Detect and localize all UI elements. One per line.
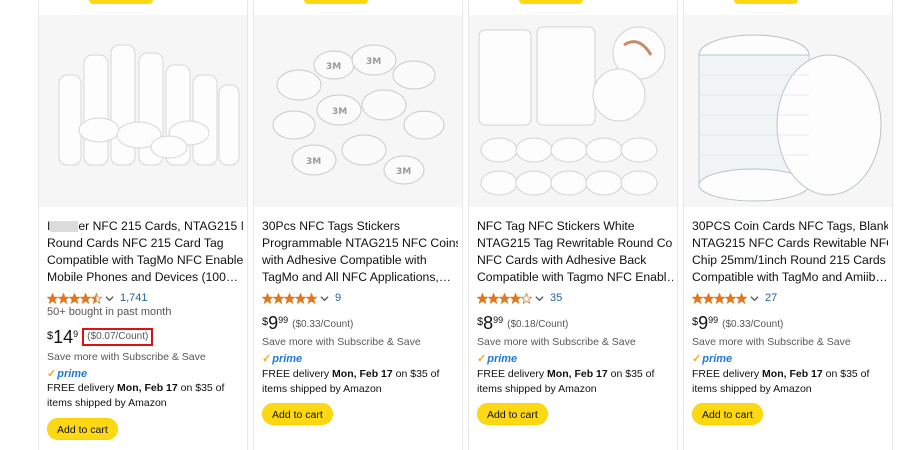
star-icon <box>736 292 747 304</box>
prime-badge: ✓ prime <box>692 352 733 366</box>
review-count-link[interactable]: 35 <box>550 292 562 304</box>
star-rating[interactable] <box>477 292 532 304</box>
chevron-down-icon[interactable] <box>535 294 544 303</box>
delivery-info: FREE delivery Mon, Feb 17 on $35 of item… <box>692 368 870 395</box>
star-icon <box>69 292 80 304</box>
star-icon <box>91 292 102 304</box>
prime-badge: ✓ prime <box>262 352 303 366</box>
add-to-cart-button-partial[interactable] <box>304 0 368 4</box>
star-icon <box>477 292 488 304</box>
star-rating[interactable] <box>262 292 317 304</box>
star-icon <box>306 292 317 304</box>
svg-text:3M: 3M <box>306 157 321 167</box>
prime-check-icon: ✓ <box>692 353 702 365</box>
add-to-cart-button[interactable]: Add to cart <box>692 403 763 425</box>
price[interactable]: $ 9 99 ($0.33/Count) <box>262 313 353 333</box>
chevron-down-icon[interactable] <box>320 294 329 303</box>
product-card: 3M 3M 3M 3M 3M 30Pcs NFC Tags Stickers Progr… <box>253 0 463 450</box>
add-to-cart-button[interactable]: Add to cart <box>47 418 118 440</box>
star-icon <box>80 292 91 304</box>
unit-price: ($0.18/Count) <box>507 319 569 330</box>
rating-row[interactable]: 27 <box>692 292 777 304</box>
prime-check-icon: ✓ <box>477 353 487 365</box>
review-count-link[interactable]: 27 <box>765 292 777 304</box>
delivery-info: FREE delivery Mon, Feb 17 on $35 of item… <box>262 368 440 395</box>
star-icon <box>58 292 69 304</box>
product-title[interactable]: Ier NFC 215 Cards, NTAG215 NFC Round Car… <box>47 218 243 286</box>
rating-row[interactable]: 35 <box>477 292 562 304</box>
add-to-cart-button-partial[interactable] <box>89 0 153 4</box>
svg-text:3M: 3M <box>366 57 381 67</box>
redacted-text <box>50 221 79 233</box>
star-icon <box>273 292 284 304</box>
star-icon <box>295 292 306 304</box>
subscribe-save-text: Save more with Subscribe & Save <box>692 336 851 348</box>
svg-text:3M: 3M <box>326 62 341 72</box>
prime-badge: ✓ prime <box>47 367 88 381</box>
star-icon <box>521 292 532 304</box>
subscribe-save-text: Save more with Subscribe & Save <box>477 336 636 348</box>
product-image[interactable] <box>39 15 247 207</box>
star-icon <box>510 292 521 304</box>
product-title[interactable]: 30Pcs NFC Tags Stickers Programmable NTA… <box>262 218 458 286</box>
rating-row[interactable]: 1,741 <box>47 292 148 304</box>
product-title[interactable]: 30PCS Coin Cards NFC Tags, Blank NTAG215… <box>692 218 888 286</box>
star-icon <box>262 292 273 304</box>
star-icon <box>284 292 295 304</box>
delivery-info: FREE delivery Mon, Feb 17 on $35 of item… <box>47 382 225 409</box>
chevron-down-icon[interactable] <box>105 294 114 303</box>
subscribe-save-text: Save more with Subscribe & Save <box>262 336 421 348</box>
star-icon <box>499 292 510 304</box>
star-icon <box>47 292 58 304</box>
unit-price: ($0.33/Count) <box>292 319 354 330</box>
svg-text:3M: 3M <box>396 167 411 177</box>
star-rating[interactable] <box>692 292 747 304</box>
add-to-cart-button[interactable]: Add to cart <box>262 403 333 425</box>
price[interactable]: $ 14 9 ($0.07/Count) <box>47 327 154 347</box>
rating-row[interactable]: 9 <box>262 292 341 304</box>
unit-price: ($0.07/Count) <box>82 328 154 346</box>
price[interactable]: $ 8 99 ($0.18/Count) <box>477 313 568 333</box>
prime-badge: ✓ prime <box>477 352 518 366</box>
review-count-link[interactable]: 9 <box>335 292 341 304</box>
product-card: 30PCS Coin Cards NFC Tags, Blank NTAG215… <box>683 0 893 450</box>
product-title[interactable]: NFC Tag NFC Stickers White NTAG215 Tag R… <box>477 218 673 286</box>
review-count-link[interactable]: 1,741 <box>120 292 148 304</box>
unit-price: ($0.33/Count) <box>722 319 784 330</box>
star-icon <box>692 292 703 304</box>
price[interactable]: $ 9 99 ($0.33/Count) <box>692 313 783 333</box>
product-image[interactable] <box>469 15 677 207</box>
add-to-cart-button[interactable]: Add to cart <box>477 403 548 425</box>
product-card: NFC Tag NFC Stickers White NTAG215 Tag R… <box>468 0 678 450</box>
chevron-down-icon[interactable] <box>750 294 759 303</box>
star-icon <box>488 292 499 304</box>
bought-count: 50+ bought in past month <box>47 306 172 318</box>
add-to-cart-button-partial[interactable] <box>519 0 583 4</box>
star-rating[interactable] <box>47 292 102 304</box>
product-card: Ier NFC 215 Cards, NTAG215 NFC Round Car… <box>38 0 248 450</box>
star-icon <box>714 292 725 304</box>
product-image[interactable]: 3M 3M 3M 3M 3M <box>254 15 462 207</box>
subscribe-save-text: Save more with Subscribe & Save <box>47 351 206 363</box>
product-image[interactable] <box>684 15 892 207</box>
prime-check-icon: ✓ <box>262 353 272 365</box>
delivery-info: FREE delivery Mon, Feb 17 on $35 of item… <box>477 368 655 395</box>
add-to-cart-button-partial[interactable] <box>734 0 798 4</box>
star-icon <box>703 292 714 304</box>
prime-check-icon: ✓ <box>47 368 57 380</box>
svg-text:3M: 3M <box>332 107 347 117</box>
star-icon <box>725 292 736 304</box>
